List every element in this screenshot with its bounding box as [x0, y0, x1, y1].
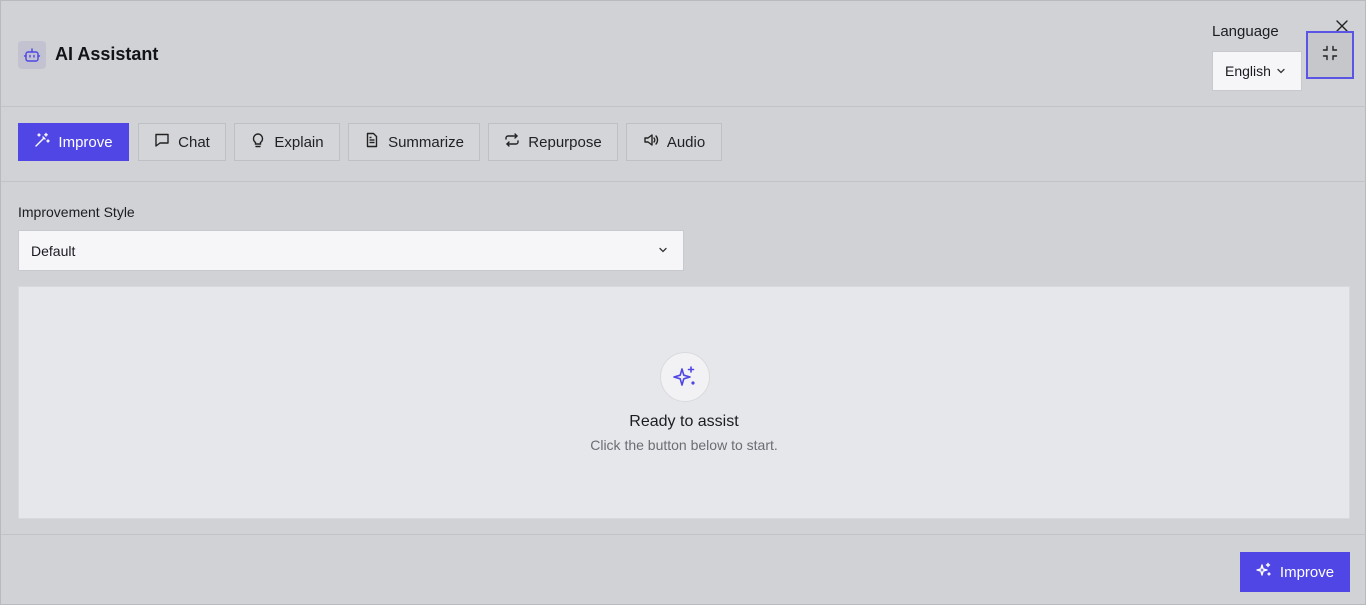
- improve-button-label: Improve: [1279, 563, 1335, 581]
- empty-state-title: Ready to assist: [629, 413, 739, 430]
- lightbulb-icon: [250, 132, 266, 152]
- improvement-style-select[interactable]: Default: [18, 230, 684, 271]
- tab-label: Repurpose: [528, 133, 602, 151]
- tab-label: Explain: [274, 133, 324, 151]
- language-value: English: [1225, 63, 1271, 79]
- improve-button[interactable]: Improve: [1240, 552, 1350, 592]
- chevron-down-icon: [657, 243, 669, 259]
- speaker-icon: [643, 132, 659, 152]
- result-panel: Ready to assist Click the button below t…: [18, 286, 1350, 519]
- tab-explain[interactable]: Explain: [234, 123, 340, 161]
- repeat-icon: [504, 132, 520, 152]
- tab-audio[interactable]: Audio: [626, 123, 722, 161]
- tab-bar: Improve Chat Explain Summarize Repurpose: [1, 107, 1366, 182]
- language-select[interactable]: English: [1212, 51, 1302, 91]
- document-icon: [364, 132, 380, 152]
- tab-chat[interactable]: Chat: [138, 123, 226, 161]
- improvement-style-label: Improvement Style: [18, 204, 135, 220]
- tab-improve[interactable]: Improve: [18, 123, 129, 161]
- empty-state-subtitle: Click the button below to start.: [590, 437, 778, 453]
- sparkles-icon: [660, 352, 710, 402]
- sparkles-icon: [1256, 562, 1272, 582]
- improvement-style-value: Default: [31, 242, 76, 259]
- tab-label: Chat: [178, 133, 210, 151]
- tab-label: Summarize: [388, 133, 464, 151]
- tab-label: Improve: [58, 133, 113, 151]
- chevron-down-icon: [1275, 65, 1287, 77]
- tab-summarize[interactable]: Summarize: [348, 123, 480, 161]
- minimize-button[interactable]: [1306, 31, 1354, 79]
- minimize-icon: [1322, 45, 1338, 66]
- ai-assistant-dialog: AI Assistant Language English Improve Ch…: [0, 0, 1366, 605]
- tab-label: Audio: [666, 133, 706, 151]
- dialog-title: AI Assistant: [55, 44, 159, 64]
- dialog-footer: Improve: [1, 534, 1366, 605]
- dialog-header: AI Assistant Language English: [1, 1, 1366, 107]
- chat-bubble-icon: [154, 132, 170, 152]
- tab-repurpose[interactable]: Repurpose: [488, 123, 618, 161]
- language-label: Language: [1212, 23, 1279, 40]
- bot-icon: [18, 41, 46, 69]
- magic-wand-icon: [34, 132, 51, 152]
